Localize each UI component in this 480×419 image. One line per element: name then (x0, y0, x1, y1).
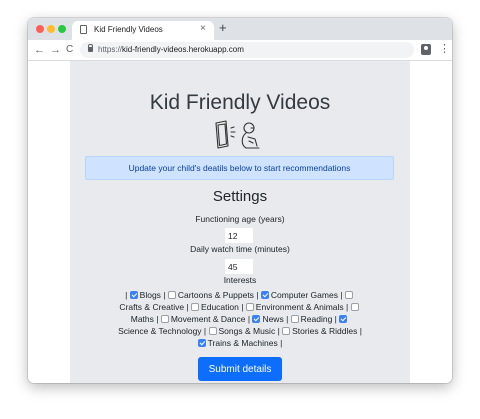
interest-checkbox[interactable] (208, 327, 217, 335)
maximize-window-button[interactable] (58, 25, 66, 33)
back-button[interactable]: ← (34, 43, 45, 57)
interest-label: Songs & Music (218, 326, 276, 336)
interest-item[interactable]: Movement & Dance (160, 314, 246, 324)
interest-label: Trains & Machines (207, 338, 278, 348)
interest-checkbox[interactable] (129, 291, 138, 299)
interest-checkbox[interactable] (350, 303, 359, 311)
page-viewport: Kid Friendly Videos Update your child's … (28, 61, 452, 383)
interest-item[interactable]: Reading (290, 314, 333, 324)
browser-tab[interactable]: Kid Friendly Videos × (72, 21, 214, 40)
main-panel: Kid Friendly Videos Update your child's … (70, 61, 410, 383)
interest-item[interactable]: Songs & Music (208, 326, 276, 336)
interest-label: Stories & Riddles (292, 326, 358, 336)
interest-checkbox[interactable] (167, 291, 176, 299)
url-host: kid-friendly-videos.herokuapp.com (122, 45, 244, 54)
interests-list: | Blogs | Cartoons & Puppets | Computer … (118, 289, 362, 349)
interest-label: Computer Games (270, 290, 338, 300)
separator: | (153, 314, 161, 324)
separator: | (343, 302, 351, 312)
close-window-button[interactable] (36, 25, 44, 33)
interest-label: Blogs (139, 290, 161, 300)
interest-label: Movement & Dance (170, 314, 246, 324)
interest-item[interactable]: News (252, 314, 284, 324)
age-label: Functioning age (years) (195, 214, 285, 224)
separator: | (160, 290, 168, 300)
profile-icon[interactable] (421, 44, 431, 55)
interest-item[interactable]: Computer Games (260, 290, 338, 300)
interest-label: Crafts & Creative (119, 302, 185, 312)
separator: | (184, 302, 192, 312)
interest-label: Maths (130, 314, 154, 324)
minimize-window-button[interactable] (47, 25, 55, 33)
tab-bar: Kid Friendly Videos × + (28, 18, 452, 40)
interest-checkbox[interactable] (344, 291, 353, 299)
info-alert: Update your child's deatils below to sta… (85, 156, 394, 180)
interest-checkbox[interactable] (339, 315, 348, 323)
age-input[interactable] (225, 228, 253, 243)
interest-checkbox[interactable] (252, 315, 261, 323)
interest-checkbox[interactable] (282, 327, 291, 335)
interest-item[interactable]: Cartoons & Puppets (167, 290, 254, 300)
interest-label: Reading (300, 314, 333, 324)
interest-item[interactable]: Education (191, 302, 239, 312)
page-title: Kid Friendly Videos (149, 91, 331, 114)
separator: | (337, 290, 345, 300)
interest-item[interactable]: Stories & Riddles (282, 326, 357, 336)
lock-icon (88, 44, 93, 52)
reload-button[interactable]: C (66, 43, 73, 57)
separator: | (125, 290, 130, 300)
submit-details-button[interactable]: Submit details (198, 357, 282, 381)
tab-title: Kid Friendly Videos (94, 25, 163, 34)
separator: | (253, 290, 261, 300)
interest-checkbox[interactable] (160, 315, 169, 323)
interest-item[interactable]: Environment & Animals (245, 302, 344, 312)
interest-label: Cartoons & Puppets (177, 290, 254, 300)
page-icon (80, 25, 87, 34)
interest-item[interactable]: Trains & Machines (197, 338, 278, 348)
interest-checkbox[interactable] (245, 303, 254, 311)
interest-label: Environment & Animals (255, 302, 344, 312)
interest-checkbox[interactable] (290, 315, 299, 323)
kid-watching-tablet-icon (215, 120, 260, 149)
watch-time-input[interactable] (225, 259, 253, 274)
browser-toolbar: ← → C https://kid-friendly-videos.heroku… (28, 40, 452, 61)
interest-checkbox[interactable] (197, 339, 206, 347)
url-protocol: https:// (98, 45, 123, 54)
interest-label: News (262, 314, 284, 324)
interest-item[interactable]: Blogs (129, 290, 161, 300)
separator: | (238, 302, 246, 312)
url-text: https://kid-friendly-videos.herokuapp.co… (98, 45, 244, 54)
interest-label: Science & Technology (118, 326, 202, 336)
address-bar[interactable]: https://kid-friendly-videos.herokuapp.co… (80, 42, 414, 58)
forward-button[interactable]: → (50, 43, 61, 57)
separator: | (283, 314, 291, 324)
separator: | (201, 326, 209, 336)
interests-label: Interests (223, 275, 257, 285)
settings-heading: Settings (212, 188, 268, 205)
separator: | (357, 326, 362, 336)
browser-menu-icon[interactable]: ⋮ (439, 43, 450, 55)
browser-window: Kid Friendly Videos × + ← → C https://ki… (28, 18, 452, 383)
interest-checkbox[interactable] (260, 291, 269, 299)
watch-time-label: Daily watch time (minutes) (190, 244, 290, 254)
tab-close-icon[interactable]: × (200, 23, 206, 34)
new-tab-button[interactable]: + (219, 21, 227, 35)
interest-checkbox[interactable] (191, 303, 200, 311)
interest-label: Education (201, 302, 239, 312)
separator: | (277, 338, 283, 348)
